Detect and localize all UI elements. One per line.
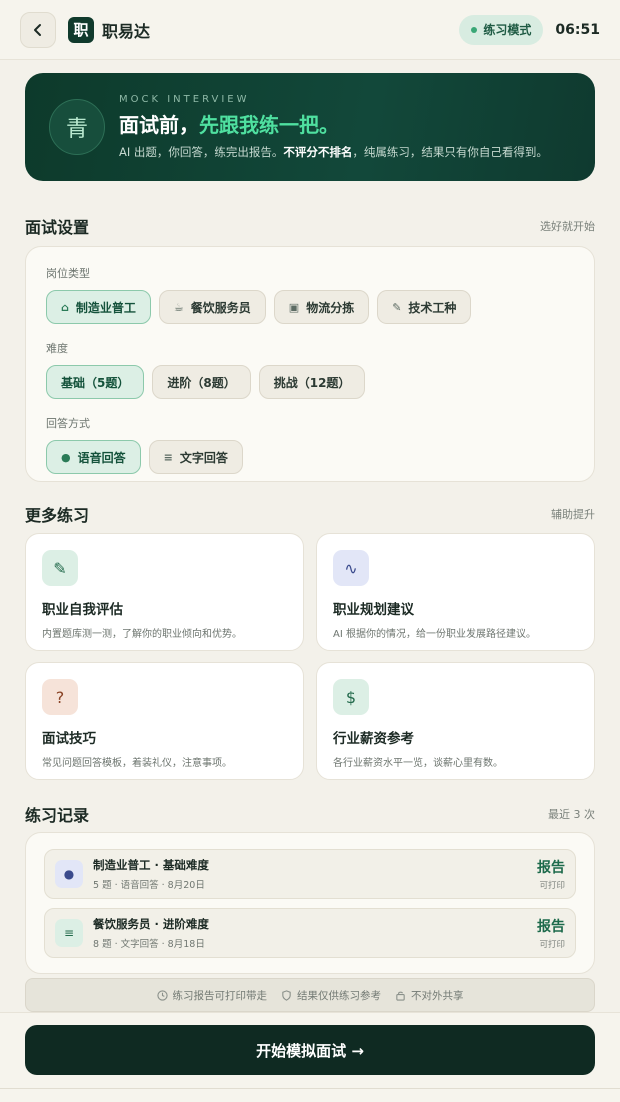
feature-description: AI 根据你的情况，给一份职业发展路径建议。 xyxy=(333,629,536,640)
chip-label: 语音回答 xyxy=(77,450,126,465)
difficulty-chip-basic[interactable]: 基础（5题） xyxy=(46,365,145,399)
section-hint: 辅助提升 xyxy=(551,508,595,521)
role-options: ⌂ 制造业普工 ☕ 餐饮服务员 ▣ 物流分拣 ✎ 技术工种 xyxy=(46,290,574,324)
settings-header: 面试设置 选好就开始 xyxy=(25,214,595,238)
note-printable: 练习报告可打印带走 xyxy=(156,988,268,1003)
feature-title: 行业薪资参考 xyxy=(333,731,414,747)
note-not-shared: 不对外共享 xyxy=(395,988,464,1003)
feature-card-interview-tips[interactable]: ? 面试技巧 常见问题回答模板，着装礼仪，注意事项。 xyxy=(25,662,304,780)
answer-chip-text[interactable]: ≡ 文字回答 xyxy=(148,440,243,474)
interview-settings-card: 岗位类型 ⌂ 制造业普工 ☕ 餐饮服务员 ▣ 物流分拣 ✎ 技术工种 难度 基础（5题）… xyxy=(25,246,595,482)
record-meta: 5 题 · 语音回答 · 8月20日 xyxy=(93,880,205,891)
chip-label: 制造业普工 xyxy=(75,300,136,315)
difficulty-options: 基础（5题） 进阶（8题） 挑战（12题） xyxy=(46,365,574,399)
role-chip-logistics[interactable]: ▣ 物流分拣 xyxy=(273,290,370,324)
hero-desc-part2: ，纯属练习，结果只有你自己看得到。 xyxy=(352,145,548,159)
answer-mode-options: ● 语音回答 ≡ 文字回答 xyxy=(46,440,574,474)
difficulty-label: 难度 xyxy=(46,342,68,355)
hero-description: AI 出题，你回答，练完出报告。不评分不排名，纯属练习，结果只有你自己看得到。 xyxy=(119,144,548,160)
mode-label: 练习模式 xyxy=(483,23,532,37)
difficulty-chip-advanced[interactable]: 进阶（8题） xyxy=(152,365,251,399)
hero-desc-part1: AI 出题，你回答，练完出报告。 xyxy=(119,145,284,159)
start-interview-button[interactable]: 开始模拟面试 → xyxy=(25,1025,595,1075)
records-header: 练习记录 最近 3 次 xyxy=(25,802,595,826)
answer-mode-label: 回答方式 xyxy=(46,417,90,430)
feature-card-salary-reference[interactable]: $ 行业薪资参考 各行业薪资水平一览，谈薪心里有数。 xyxy=(316,662,595,780)
hero-desc-bold: 不评分不排名 xyxy=(283,145,353,159)
back-button[interactable] xyxy=(20,11,56,48)
feature-description: 常见问题回答模板，着装礼仪，注意事项。 xyxy=(42,758,232,769)
record-item[interactable]: ≡ 餐饮服务员 · 进阶难度 8 题 · 文字回答 · 8月18日 报告 可打印 xyxy=(44,908,576,958)
difficulty-chip-challenge[interactable]: 挑战（12题） xyxy=(258,365,366,399)
role-label: 岗位类型 xyxy=(46,267,90,280)
factory-icon: ⌂ xyxy=(61,300,69,314)
more-practice-header: 更多练习 辅助提升 xyxy=(25,502,595,526)
hero-title-prefix: 面试前， xyxy=(119,113,199,137)
feature-description: 内置题库测一测，了解你的职业倾向和优势。 xyxy=(42,629,242,640)
bottom-nav-edge xyxy=(0,1088,620,1102)
pulse-icon: ∿ xyxy=(333,550,369,586)
report-link[interactable]: 报告 xyxy=(537,857,565,877)
hero-title-accent: 先跟我练一把。 xyxy=(199,113,339,137)
clock-icon xyxy=(156,989,168,1001)
hero-avatar: 青 xyxy=(49,99,105,155)
chip-label: 物流分拣 xyxy=(306,300,355,315)
cup-icon: ☕ xyxy=(173,300,184,314)
role-chip-catering[interactable]: ☕ 餐饮服务员 xyxy=(158,290,266,324)
note-text: 练习报告可打印带走 xyxy=(172,989,268,1002)
note-text: 结果仅供练习参考 xyxy=(297,989,381,1002)
clock: 06:51 xyxy=(555,21,600,38)
record-item[interactable]: ● 制造业普工 · 基础难度 5 题 · 语音回答 · 8月20日 报告 可打印 xyxy=(44,849,576,899)
wrench-icon: ✎ xyxy=(392,300,402,314)
dollar-icon: $ xyxy=(333,679,369,715)
record-meta: 8 题 · 文字回答 · 8月18日 xyxy=(93,939,205,950)
practice-mode-badge: 练习模式 xyxy=(459,14,544,45)
text-icon: ≡ xyxy=(163,450,173,464)
section-hint: 最近 3 次 xyxy=(548,808,595,821)
record-title: 餐饮服务员 · 进阶难度 xyxy=(93,917,209,931)
feature-description: 各行业薪资水平一览，谈薪心里有数。 xyxy=(333,758,503,769)
answer-chip-voice[interactable]: ● 语音回答 xyxy=(46,440,141,474)
record-title: 制造业普工 · 基础难度 xyxy=(93,858,209,872)
printable-label: 可打印 xyxy=(539,881,565,891)
app-name: 职易达 xyxy=(102,21,151,41)
chip-label: 文字回答 xyxy=(179,450,228,465)
lock-icon xyxy=(396,991,405,1001)
feature-title: 职业规划建议 xyxy=(333,602,414,618)
chevron-left-icon xyxy=(34,23,41,36)
hero-banner: 青 MOCK INTERVIEW 面试前，先跟我练一把。 AI 出题，你回答，练… xyxy=(25,73,595,181)
feature-title: 职业自我评估 xyxy=(42,602,123,618)
mic-icon: ● xyxy=(55,860,83,888)
role-chip-technical[interactable]: ✎ 技术工种 xyxy=(377,290,472,324)
status-dot-icon xyxy=(471,26,478,33)
note-reference-only: 结果仅供练习参考 xyxy=(281,988,381,1003)
section-title: 更多练习 xyxy=(25,506,90,525)
role-chip-manufacturing[interactable]: ⌂ 制造业普工 xyxy=(46,290,151,324)
mic-icon: ● xyxy=(61,450,71,464)
help-circle-icon: ? xyxy=(42,679,78,715)
top-bar: 职 职易达 练习模式 06:51 xyxy=(0,0,620,60)
feature-title: 面试技巧 xyxy=(42,731,96,747)
feature-card-career-plan[interactable]: ∿ 职业规划建议 AI 根据你的情况，给一份职业发展路径建议。 xyxy=(316,533,595,651)
text-icon: ≡ xyxy=(55,919,83,947)
chip-label: 餐饮服务员 xyxy=(190,300,251,315)
pen-icon: ✎ xyxy=(42,550,78,586)
section-title: 练习记录 xyxy=(25,806,90,825)
shield-icon xyxy=(282,989,291,1001)
privacy-notes: 练习报告可打印带走 结果仅供练习参考 不对外共享 xyxy=(25,978,595,1012)
box-icon: ▣ xyxy=(288,300,300,314)
hero-eyebrow: MOCK INTERVIEW xyxy=(119,94,250,105)
app-logo: 职 xyxy=(68,16,94,43)
section-hint: 选好就开始 xyxy=(540,220,595,233)
chip-label: 技术工种 xyxy=(408,300,457,315)
report-link[interactable]: 报告 xyxy=(537,916,565,936)
feature-card-self-assessment[interactable]: ✎ 职业自我评估 内置题库测一测，了解你的职业倾向和优势。 xyxy=(25,533,304,651)
practice-records-card: ● 制造业普工 · 基础难度 5 题 · 语音回答 · 8月20日 报告 可打印… xyxy=(25,832,595,974)
printable-label: 可打印 xyxy=(539,940,565,950)
hero-title: 面试前，先跟我练一把。 xyxy=(119,109,548,138)
section-title: 面试设置 xyxy=(25,218,90,237)
note-text: 不对外共享 xyxy=(411,989,464,1002)
